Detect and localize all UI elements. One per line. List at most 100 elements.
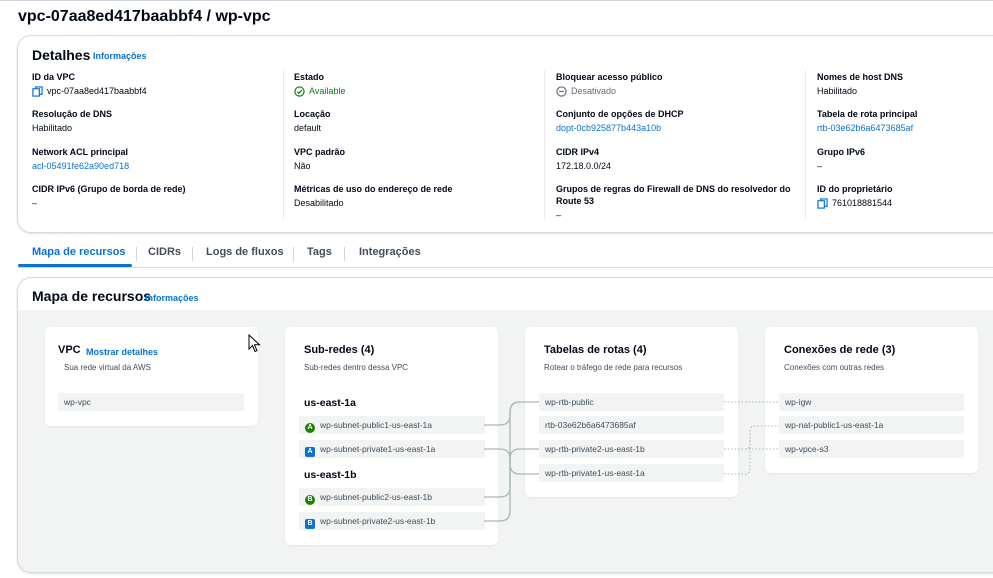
field-label: Bloquear acesso público [556,72,663,82]
field-label: CIDR IPv6 (Grupo de borda de rede) [32,184,186,194]
field-owner-id: ID do proprietário 761018881544 [817,183,993,209]
vpc-box-subtitle: Sua rede virtual da AWS [64,363,151,372]
field-label: Métricas de uso do endereço de rede [294,184,453,194]
tab-baseline [17,267,993,268]
vpc-box-title: VPC [58,344,81,356]
field-tenancy: Locação default [294,108,544,134]
field-label: ID do proprietário [817,184,893,194]
resource-map-info-link[interactable]: Informações [145,293,199,303]
field-value: Habilitado [817,86,858,96]
details-info-link[interactable]: Informações [93,51,147,61]
field-value: – [32,198,38,208]
field-label: Locação [294,109,331,119]
private-subnet-badge: B [305,519,315,529]
subnet-item[interactable]: Awp-subnet-private1-us-east-1a [299,440,485,458]
field-dhcp-options: Conjunto de opções de DHCP dopt-0cb92587… [556,108,806,134]
copy-icon[interactable] [817,197,828,209]
network-acl-link[interactable]: acl-05491fe62a90ed718 [32,160,282,172]
field-network-address-metrics: Métricas de uso do endereço de rede Desa… [294,183,544,209]
page-title: vpc-07aa8ed417baabbf4 / wp-vpc [18,8,271,25]
check-circle-icon [294,85,305,97]
field-label: Tabela de rota principal [817,109,918,119]
field-label: Conjunto de opções de DHCP [556,109,684,119]
field-value: – [817,161,823,171]
route-tables-box: Tabelas de rotas (4) Rotear o tráfego de… [525,327,738,497]
field-value: vpc-07aa8ed417baabbf4 [32,85,282,97]
tab-divider [344,247,345,261]
column-divider [283,70,284,220]
field-value: – [556,210,562,220]
route-table-item[interactable]: wp-rtb-private1-us-east-1a [539,464,724,482]
connection-item[interactable]: wp-nat-public1-us-east-1a [779,416,964,434]
tab-divider [293,247,294,261]
field-value: Desabilitado [294,198,344,208]
tab-flow-logs[interactable]: Logs de fluxos [206,244,284,260]
field-default-vpc: VPC padrão Não [294,146,544,172]
subnets-box: Sub-redes (4) Sub-redes dentro dessa VPC… [285,327,498,545]
field-network-acl: Network ACL principal acl-05491fe62a90ed… [32,146,282,172]
details-title: Detalhes [32,47,91,63]
column-divider [544,70,545,220]
field-value: default [294,123,322,133]
tab-integrations[interactable]: Integrações [359,244,421,260]
field-label: Grupos de regras do Firewall de DNS do r… [556,184,791,206]
field-value: 761018881544 [817,197,993,209]
field-label: Grupo IPv6 [817,147,866,157]
route-tables-subtitle: Rotear o tráfego de rede para recursos [544,363,683,372]
field-block-public-access: Bloquear acesso público Desativado [556,71,806,97]
field-value: 172.18.0.0/24 [556,161,612,171]
subnet-item[interactable]: Bwp-subnet-public2-us-east-1b [299,488,485,506]
network-connections-box: Conexões de rede (3) Conexões com outras… [765,327,978,473]
tab-divider [136,247,137,261]
main-route-table-link[interactable]: rtb-03e62b6a6473685af [817,122,993,134]
tab-resource-map[interactable]: Mapa de recursos [32,244,126,260]
field-dns-firewall-rule-groups: Grupos de regras do Firewall de DNS do r… [556,183,801,221]
az-label: us-east-1b [304,469,357,481]
field-label: ID da VPC [32,72,76,82]
tab-cidrs[interactable]: CIDRs [148,244,181,260]
vpc-item[interactable]: wp-vpc [58,393,244,411]
status-value: Available [294,85,544,97]
vpc-box: VPC Mostrar detalhes Sua rede virtual da… [45,327,258,426]
private-subnet-badge: A [305,447,315,457]
subnet-item[interactable]: Awp-subnet-public1-us-east-1a [299,416,485,434]
subnets-title: Sub-redes (4) [304,344,375,356]
tab-tags[interactable]: Tags [307,244,332,260]
route-tables-title: Tabelas de rotas (4) [544,344,647,356]
route-table-item[interactable]: rtb-03e62b6a6473685af [539,416,724,434]
route-table-item[interactable]: wp-rtb-private2-us-east-1b [539,440,724,458]
minus-circle-icon [556,85,567,97]
field-dns-hostnames: Nomes de host DNS Habilitado [817,71,993,97]
field-dns-resolution: Resolução de DNS Habilitado [32,108,282,134]
details-panel: Detalhes Informações ID da VPC vpc-07aa8… [17,35,993,233]
field-state: Estado Available [294,71,544,97]
field-label: Nomes de host DNS [817,72,904,82]
field-vpc-id: ID da VPC vpc-07aa8ed417baabbf4 [32,71,282,97]
connection-item[interactable]: wp-igw [779,393,964,411]
public-subnet-badge: B [305,495,315,505]
top-divider [0,0,993,1]
subnets-subtitle: Sub-redes dentro dessa VPC [304,363,409,372]
route-table-item[interactable]: wp-rtb-public [539,393,724,411]
tab-divider [192,247,193,261]
field-label: Network ACL principal [32,147,129,157]
field-ipv6-cidr: CIDR IPv6 (Grupo de borda de rede) – [32,183,282,209]
tab-bar: Mapa de recursos CIDRs Logs de fluxos Ta… [17,244,993,268]
show-details-link[interactable]: Mostrar detalhes [86,347,158,357]
dhcp-options-link[interactable]: dopt-0cb925877b443a10b [556,122,806,134]
connections-subtitle: Conexões com outras redes [784,363,885,372]
field-label: VPC padrão [294,147,346,157]
field-value: Não [294,161,311,171]
public-subnet-badge: A [305,423,315,433]
field-ipv4-cidr: CIDR IPv4 172.18.0.0/24 [556,146,806,172]
mouse-cursor-icon [248,334,261,353]
connections-title: Conexões de rede (3) [784,344,896,356]
connection-item[interactable]: wp-vpce-s3 [779,440,964,458]
subnet-item[interactable]: Bwp-subnet-private2-us-east-1b [299,512,485,530]
field-label: Estado [294,72,325,82]
copy-icon[interactable] [32,85,43,97]
field-ipv6-pool: Grupo IPv6 – [817,146,993,172]
field-label: Resolução de DNS [32,109,113,119]
field-main-route-table: Tabela de rota principal rtb-03e62b6a647… [817,108,993,134]
resource-map-title: Mapa de recursos [32,288,152,304]
